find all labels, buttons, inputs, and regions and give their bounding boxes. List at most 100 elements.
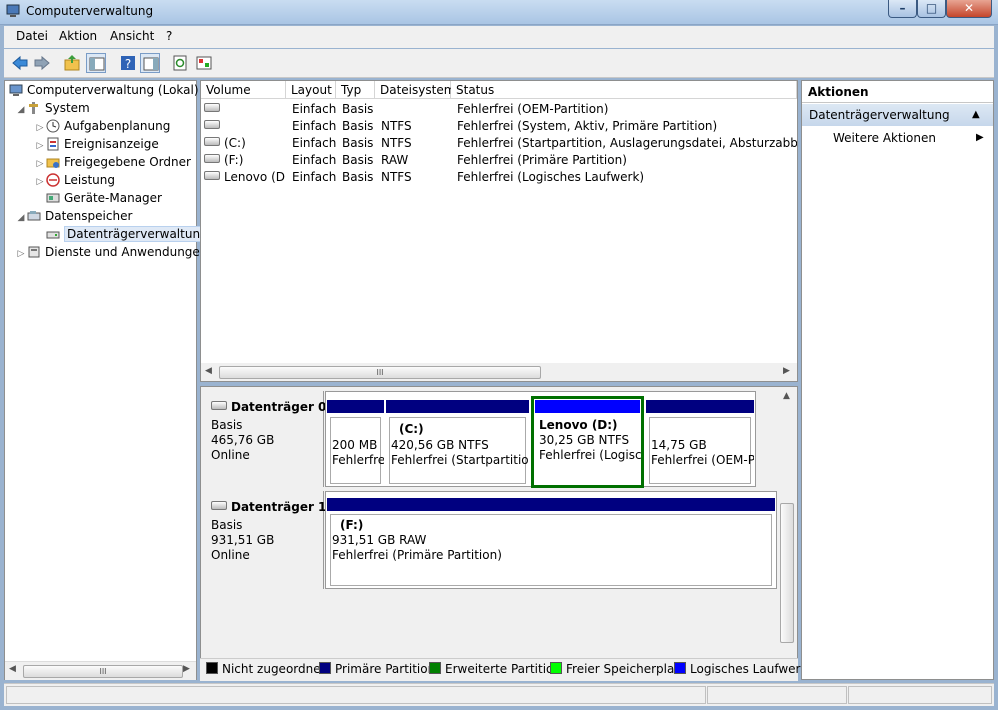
table-row[interactable]: (F:) Einfach Basis RAW Fehlerfrei (Primä… [201, 152, 797, 169]
legend-logical: Logisches Laufwerk [674, 662, 807, 676]
disk-1-partitions: (F:) 931,51 GB RAW Fehlerfrei (Primäre Pa… [325, 491, 777, 589]
table-row[interactable]: (C:) Einfach Basis NTFS Fehlerfrei (Star… [201, 135, 797, 152]
table-row[interactable]: Einfach Basis Fehlerfrei (OEM-Partition) [201, 101, 797, 118]
collapsed-arrow-icon[interactable]: ▷ [15, 245, 27, 263]
storage-icon [27, 209, 41, 223]
legend-swatch [206, 662, 218, 674]
tree-item-datentraegerverwaltung[interactable]: Datenträgerverwaltung [46, 225, 211, 243]
action-pane-icon[interactable] [140, 53, 160, 73]
action-weitere-aktionen[interactable]: Weitere Aktionen ▶ [833, 131, 991, 145]
drive-icon [204, 103, 220, 112]
disk-0-label[interactable]: Datenträger 0 Basis 465,76 GB Online [203, 391, 326, 487]
legend-primary: Primäre Partition [319, 662, 435, 676]
legend-extended: Erweiterte Partition [429, 662, 561, 676]
disk-management-icon [46, 227, 60, 241]
status-cell [6, 686, 706, 704]
status-cell [707, 686, 847, 704]
tree-hscrollbar[interactable]: ◀ III ▶ [5, 661, 196, 680]
close-button[interactable]: ✕ [946, 0, 992, 18]
scroll-left-icon[interactable]: ◀ [9, 664, 16, 674]
disk-0-partitions: 200 MB Fehlerfrei (C:) 420,56 GB NTFS Fehl… [325, 391, 756, 488]
scroll-right-icon[interactable]: ▶ [783, 366, 790, 376]
maximize-button[interactable]: □ [917, 0, 946, 18]
console-tree-icon[interactable] [86, 53, 106, 73]
console-tree: Computerverwaltung (Lokal) ◢ System ▷ Aufg… [4, 80, 211, 680]
drive-icon [204, 171, 220, 180]
table-row[interactable]: Lenovo (D:) Einfach Basis NTFS Fehlerfre… [201, 169, 797, 186]
menu-ansicht[interactable]: Ansicht [110, 29, 154, 43]
col-header-dateisystem[interactable]: Dateisystem [375, 81, 455, 99]
menu-help[interactable]: ? [166, 29, 172, 43]
tree-item-leistung[interactable]: ▷ Leistung [34, 171, 115, 189]
up-folder-icon[interactable] [62, 53, 82, 73]
collapsed-arrow-icon[interactable]: ▷ [34, 173, 46, 191]
minimize-button[interactable]: – [888, 0, 917, 18]
menu-bar: Datei Aktion Ansicht ? [4, 26, 994, 48]
performance-icon [46, 173, 60, 187]
col-header-volume[interactable]: Volume [201, 81, 286, 99]
drive-icon [204, 137, 220, 146]
actions-section-datentraegerverwaltung[interactable]: Datenträgerverwaltung ▲ [802, 104, 993, 126]
tree-item-geraete-manager[interactable]: Geräte-Manager [46, 189, 162, 207]
expanded-arrow-icon[interactable]: ◢ [15, 101, 27, 119]
shared-folder-icon [46, 155, 60, 169]
disk-icon [211, 401, 227, 410]
collapse-up-icon[interactable]: ▲ [972, 104, 980, 126]
refresh-icon[interactable] [170, 53, 190, 73]
list-scroll-thumb[interactable]: III [219, 366, 541, 379]
drive-icon [204, 154, 220, 163]
menu-aktion[interactable]: Aktion [59, 29, 97, 43]
partition-f[interactable]: (F:) 931,51 GB RAW Fehlerfrei (Primäre Pa… [327, 498, 775, 588]
toolbar: ? [4, 49, 994, 78]
tree-item-aufgabenplanung[interactable]: ▷ Aufgabenplanung [34, 117, 171, 135]
table-row[interactable]: Einfach Basis NTFS Fehlerfrei (System, A… [201, 118, 797, 135]
event-log-icon [46, 137, 60, 151]
legend-swatch [319, 662, 331, 674]
disk-1-label[interactable]: Datenträger 1 Basis 931,51 GB Online [203, 491, 326, 589]
expanded-arrow-icon[interactable]: ◢ [15, 209, 27, 227]
svg-text:?: ? [125, 57, 131, 71]
tree-scroll-thumb[interactable]: III [23, 665, 183, 678]
legend-swatch [429, 662, 441, 674]
window-title: Computerverwaltung [26, 4, 154, 18]
actions-header: Aktionen [802, 81, 993, 103]
tools-icon [27, 101, 41, 115]
legend-free: Freier Speicherplatz [550, 662, 685, 676]
clock-icon [46, 119, 60, 133]
disk-scroll-thumb[interactable] [780, 503, 794, 643]
disk-vscrollbar[interactable]: ▲ [779, 389, 795, 643]
tree-item-root[interactable]: Computerverwaltung (Lokal) [9, 81, 199, 99]
status-bar [4, 683, 994, 706]
partition-oem-14gb[interactable]: 14,75 GB Fehlerfrei (OEM-P [646, 400, 754, 486]
scroll-up-icon[interactable]: ▲ [783, 391, 790, 401]
disk-view: Datenträger 0 Basis 465,76 GB Online 200… [200, 386, 798, 680]
legend-swatch [674, 662, 686, 674]
list-hscrollbar[interactable]: ◀ III ▶ [201, 363, 797, 381]
tree-item-dienste[interactable]: ▷ Dienste und Anwendungen [15, 243, 208, 263]
status-cell [848, 686, 992, 704]
tree-item-system[interactable]: ◢ System [15, 99, 90, 117]
properties-icon[interactable] [194, 53, 214, 73]
tree-item-freigegebene-ordner[interactable]: ▷ Freigegebene Ordner [34, 153, 191, 171]
legend-swatch [550, 662, 562, 674]
disk-icon [211, 501, 227, 510]
help-icon[interactable]: ? [118, 53, 138, 73]
services-icon [27, 245, 41, 259]
tree-item-datenspeicher[interactable]: ◢ Datenspeicher [15, 207, 133, 227]
col-header-status[interactable]: Status [451, 81, 797, 99]
col-header-layout[interactable]: Layout [286, 81, 336, 99]
computer-icon [9, 83, 23, 97]
menu-datei[interactable]: Datei [16, 29, 48, 43]
partition-oem-200mb[interactable]: 200 MB Fehlerfrei [327, 400, 384, 486]
scroll-left-icon[interactable]: ◀ [205, 366, 212, 376]
scroll-right-icon[interactable]: ▶ [183, 664, 190, 674]
partition-d-selected[interactable]: Lenovo (D:) 30,25 GB NTFS Fehlerfrei (Log… [531, 396, 644, 488]
tree-item-ereignisanzeige[interactable]: ▷ Ereignisanzeige [34, 135, 159, 153]
forward-arrow-icon[interactable] [32, 53, 52, 73]
drive-icon [204, 120, 220, 129]
col-header-typ[interactable]: Typ [336, 81, 375, 99]
back-arrow-icon[interactable] [10, 53, 30, 73]
partition-c[interactable]: (C:) 420,56 GB NTFS Fehlerfrei (Startpart… [386, 400, 529, 486]
submenu-arrow-icon: ▶ [976, 132, 984, 143]
computer-management-icon [6, 4, 20, 18]
